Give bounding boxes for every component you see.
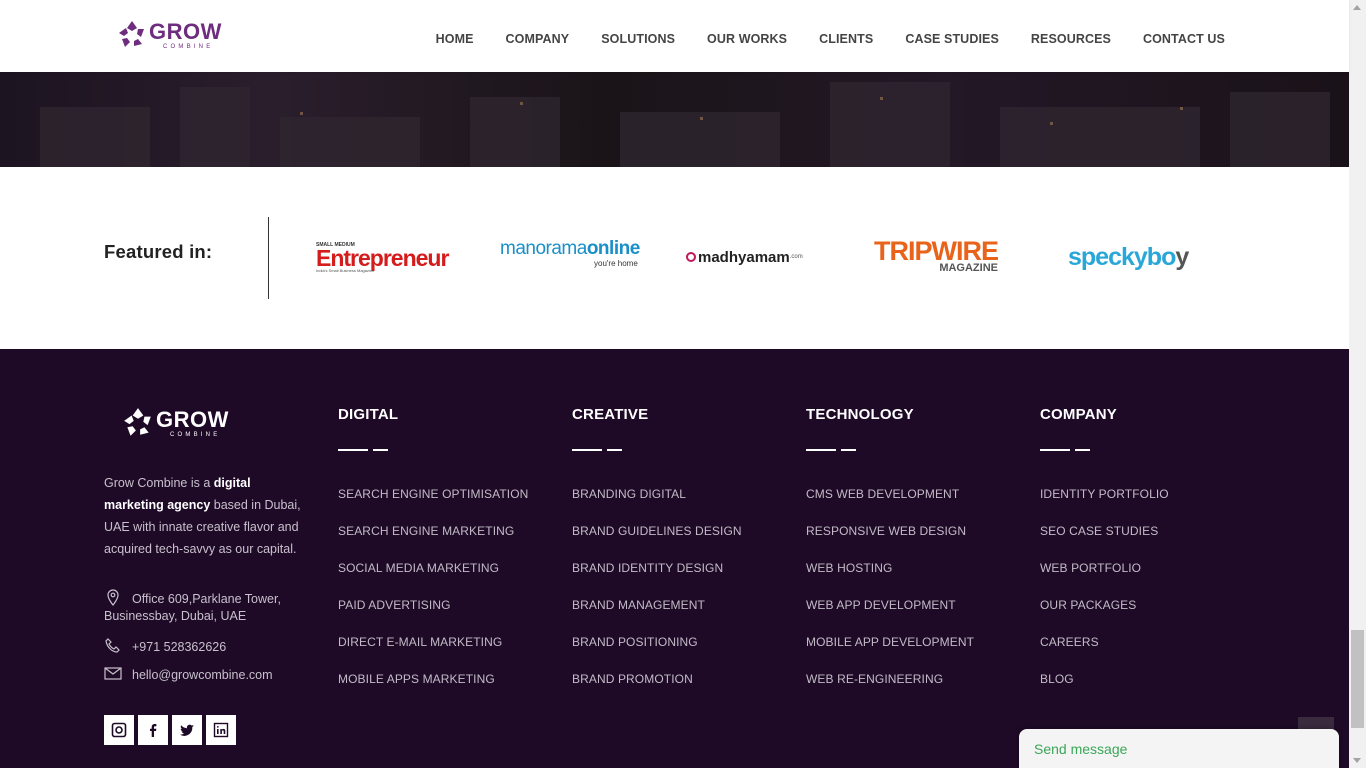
footer-column-digital: DIGITAL SEARCH ENGINE OPTIMISATION SEARC…: [338, 406, 568, 709]
featured-in-section: Featured in: SMALL MEDIUM Entrepreneur I…: [0, 167, 1349, 349]
footer-link[interactable]: BRAND MANAGEMENT: [572, 598, 802, 635]
tripwire-tag: MAGAZINE: [939, 262, 998, 274]
column-underline: [572, 449, 632, 451]
social-links: [104, 715, 236, 745]
entrepreneur-tag: India's Small Business Magazine: [316, 267, 375, 273]
column-title: TECHNOLOGY: [806, 406, 914, 423]
madhyamam-com: .com: [789, 254, 803, 260]
speckyboy-logo[interactable]: specky bo y: [1068, 239, 1189, 275]
about-text-a: Grow Combine is a: [104, 476, 214, 490]
footer-link[interactable]: BRAND IDENTITY DESIGN: [572, 561, 802, 598]
linkedin-icon[interactable]: [206, 715, 236, 745]
footer-link[interactable]: BRAND PROMOTION: [572, 672, 802, 709]
nav-our-works[interactable]: OUR WORKS: [707, 32, 787, 46]
address-text: Office 609,Parklane Tower, Businessbay, …: [104, 592, 281, 623]
column-title: CREATIVE: [572, 406, 649, 423]
nav-resources[interactable]: RESOURCES: [1031, 32, 1111, 46]
footer-link[interactable]: SOCIAL MEDIA MARKETING: [338, 561, 568, 598]
site-footer: GROW COMBINE Grow Combine is a digital m…: [0, 349, 1349, 768]
footer-link[interactable]: IDENTITY PORTFOLIO: [1040, 487, 1270, 524]
speckyboy-name-c: y: [1175, 242, 1189, 271]
madhyamam-dot-icon: [686, 252, 696, 262]
footer-about-text: Grow Combine is a digital marketing agen…: [104, 472, 309, 560]
column-underline: [806, 449, 866, 451]
speckyboy-name-b: bo: [1146, 242, 1177, 271]
footer-logo[interactable]: GROW COMBINE: [122, 407, 229, 439]
chat-widget-label: Send message: [1034, 741, 1128, 757]
manorama-name-a: manorama: [500, 238, 587, 259]
twitter-icon[interactable]: [172, 715, 202, 745]
footer-email[interactable]: hello@growcombine.com: [104, 667, 273, 684]
madhyamam-logo[interactable]: madhyamam .com: [686, 239, 803, 275]
manorama-tag: you're home: [594, 259, 638, 268]
facebook-icon[interactable]: [138, 715, 168, 745]
column-title: COMPANY: [1040, 406, 1117, 423]
footer-link[interactable]: BLOG: [1040, 672, 1270, 709]
scroll-up-arrow-icon[interactable]: [1353, 5, 1361, 10]
phone-text: +971 528362626: [132, 640, 227, 654]
nav-clients[interactable]: CLIENTS: [819, 32, 873, 46]
column-title: DIGITAL: [338, 406, 399, 423]
footer-link[interactable]: BRAND POSITIONING: [572, 635, 802, 672]
footer-logo-wordmark: GROW: [156, 406, 229, 432]
footer-address: Office 609,Parklane Tower, Businessbay, …: [104, 589, 314, 625]
featured-divider: [268, 217, 269, 299]
footer-link[interactable]: SEO CASE STUDIES: [1040, 524, 1270, 561]
footer-link[interactable]: RESPONSIVE WEB DESIGN: [806, 524, 1036, 561]
entrepreneur-logo[interactable]: SMALL MEDIUM Entrepreneur India's Small …: [316, 239, 449, 275]
footer-phone[interactable]: +971 528362626: [104, 638, 227, 656]
speckyboy-name-a: specky: [1068, 242, 1148, 271]
nav-case-studies[interactable]: CASE STUDIES: [905, 32, 999, 46]
scroll-down-arrow-icon[interactable]: [1353, 758, 1361, 763]
entrepreneur-name: Entrepreneur: [316, 244, 449, 271]
location-pin-icon: [107, 589, 119, 606]
logo-mark-icon: [119, 21, 144, 47]
column-underline: [338, 449, 398, 451]
scrollbar-thumb[interactable]: [1351, 630, 1364, 728]
mail-icon: [104, 667, 122, 680]
footer-link[interactable]: WEB HOSTING: [806, 561, 1036, 598]
hero-banner-image: [0, 72, 1349, 167]
footer-link[interactable]: WEB APP DEVELOPMENT: [806, 598, 1036, 635]
footer-link[interactable]: OUR PACKAGES: [1040, 598, 1270, 635]
footer-column-technology: TECHNOLOGY CMS WEB DEVELOPMENT RESPONSIV…: [806, 406, 1036, 709]
chat-widget[interactable]: Send message: [1019, 729, 1339, 768]
featured-title: Featured in:: [104, 241, 213, 262]
logo-wordmark: GROW: [149, 18, 222, 44]
footer-column-creative: CREATIVE BRANDING DIGITAL BRAND GUIDELIN…: [572, 406, 802, 709]
footer-logo-subtitle: COMBINE: [170, 431, 221, 438]
logo-subtitle: COMBINE: [163, 43, 214, 50]
phone-icon: [105, 638, 120, 653]
footer-link[interactable]: CAREERS: [1040, 635, 1270, 672]
footer-link[interactable]: DIRECT E-MAIL MARKETING: [338, 635, 568, 672]
tripwire-logo[interactable]: TRIPWIRE MAGAZINE: [874, 236, 999, 275]
site-logo[interactable]: GROW COMBINE: [117, 19, 222, 51]
page-scrollbar[interactable]: [1349, 0, 1366, 768]
footer-link[interactable]: SEARCH ENGINE MARKETING: [338, 524, 568, 561]
footer-link[interactable]: SEARCH ENGINE OPTIMISATION: [338, 487, 568, 524]
footer-link[interactable]: BRANDING DIGITAL: [572, 487, 802, 524]
footer-column-company: COMPANY IDENTITY PORTFOLIO SEO CASE STUD…: [1040, 406, 1270, 709]
footer-link[interactable]: WEB PORTFOLIO: [1040, 561, 1270, 598]
manorama-name-b: online: [586, 238, 640, 259]
footer-link[interactable]: MOBILE APP DEVELOPMENT: [806, 635, 1036, 672]
site-header: GROW COMBINE HOME COMPANY SOLUTIONS OUR …: [0, 0, 1349, 72]
footer-logo-mark-icon: [124, 408, 151, 436]
footer-link[interactable]: MOBILE APPS MARKETING: [338, 672, 568, 709]
manoramaonline-logo[interactable]: manoramaonline you're home: [500, 239, 640, 275]
email-text: hello@growcombine.com: [132, 668, 273, 682]
footer-link[interactable]: BRAND GUIDELINES DESIGN: [572, 524, 802, 561]
column-underline: [1040, 449, 1100, 451]
main-nav: HOME COMPANY SOLUTIONS OUR WORKS CLIENTS…: [404, 32, 1225, 46]
nav-company[interactable]: COMPANY: [506, 32, 570, 46]
madhyamam-name: madhyamam: [698, 248, 790, 266]
nav-contact-us[interactable]: CONTACT US: [1143, 32, 1225, 46]
footer-link[interactable]: PAID ADVERTISING: [338, 598, 568, 635]
nav-solutions[interactable]: SOLUTIONS: [601, 32, 675, 46]
instagram-icon[interactable]: [104, 715, 134, 745]
tripwire-name: TRIPWIRE: [874, 236, 999, 266]
nav-home[interactable]: HOME: [436, 32, 474, 46]
footer-link[interactable]: CMS WEB DEVELOPMENT: [806, 487, 1036, 524]
footer-link[interactable]: WEB RE-ENGINEERING: [806, 672, 1036, 709]
